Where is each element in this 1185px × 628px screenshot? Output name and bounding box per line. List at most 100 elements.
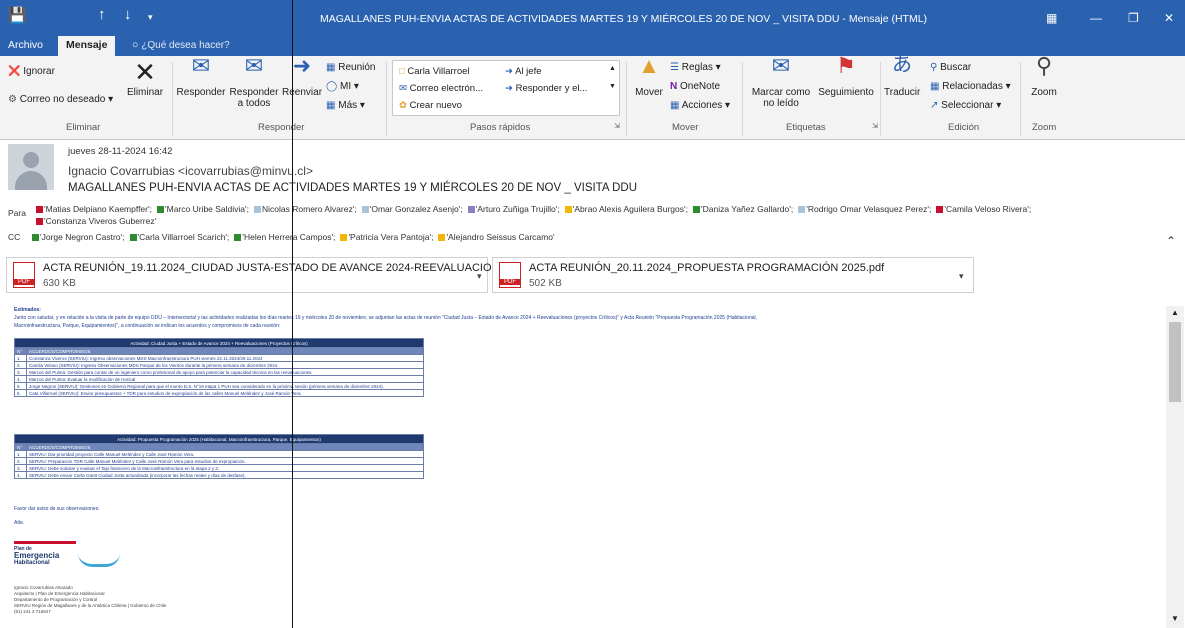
tell-me-box[interactable]: ○ ¿Qué desea hacer?	[132, 39, 230, 51]
more-respond-button[interactable]: ▦ Más ▾	[326, 100, 365, 111]
scroll-down-icon[interactable]: ▼	[609, 83, 616, 90]
dialog-launcher-icon[interactable]: ⇲	[872, 122, 878, 130]
recipient[interactable]: 'Carla Villarroel Scarich';	[129, 232, 229, 242]
attachment-1[interactable]: ACTA REUNIÓN_19.11.2024_CIUDAD JUSTA-EST…	[6, 257, 532, 293]
onenote-button[interactable]: N OneNote	[670, 81, 720, 92]
recipient[interactable]: 'Omar Gonzalez Asenjo';	[361, 204, 463, 214]
followup-button[interactable]: ⚑ Seguimiento	[816, 55, 876, 99]
search-icon: ⚲	[930, 62, 938, 73]
recipient-name: 'Daniza Yañez Gallardo';	[700, 204, 794, 214]
tab-mensaje[interactable]: Mensaje	[58, 36, 116, 56]
logo-stripe	[14, 541, 76, 544]
meeting-label: Reunión	[338, 62, 376, 73]
down-arrow-icon[interactable]: ↓	[124, 6, 132, 23]
scroll-up-icon[interactable]: ▲	[609, 65, 616, 72]
scroll-up-icon[interactable]: ▲	[1171, 308, 1179, 317]
body-paragraph: Junto con saludar, y en relación a la vi…	[14, 315, 758, 321]
recipient[interactable]: Nicolas Romero Alvarez';	[254, 204, 357, 214]
vertical-scrollbar[interactable]: ▲ ▼	[1166, 306, 1184, 628]
mark-unread-button[interactable]: ✉ Marcar como no leído	[746, 55, 816, 110]
table-title: Actividad: Ciudad Justa + Estado de Avan…	[14, 338, 424, 348]
scrollbar-thumb[interactable]	[1169, 322, 1181, 402]
chevron-down-icon[interactable]: ▾	[959, 271, 964, 282]
presence-square-icon	[36, 206, 43, 213]
reply-icon: ✉	[191, 53, 211, 78]
recipient[interactable]: 'Marco Uribe Saldivia';	[156, 204, 249, 214]
save-icon[interactable]: 💾	[8, 6, 27, 24]
related-button[interactable]: ▦ Relacionadas ▾	[930, 81, 1011, 92]
meeting-button[interactable]: ▦ Reunión	[326, 62, 376, 73]
recipient[interactable]: 'Matias Delpiano Kaempffer';	[36, 204, 152, 214]
chevron-down-icon: ▾	[725, 100, 731, 111]
recipient[interactable]: 'Daniza Yañez Gallardo';	[692, 204, 794, 214]
quick-step-crear[interactable]: ✿ Crear nuevo	[399, 100, 462, 111]
quick-step-carla[interactable]: □ Carla Villarroel	[399, 66, 470, 77]
tab-archivo[interactable]: Archivo	[8, 39, 43, 51]
row-number: 2.	[14, 457, 27, 465]
recipient[interactable]: 'Jorge Negron Castro';	[32, 232, 125, 242]
delete-button[interactable]: ✕ Eliminar	[122, 59, 168, 98]
zoom-button[interactable]: ⚲ Zoom	[1024, 55, 1064, 99]
attachment-2[interactable]: ACTA REUNIÓN_20.11.2024_PROPUESTA PROGRA…	[492, 257, 974, 293]
presence-square-icon	[467, 206, 475, 213]
actions-button[interactable]: ▦ Acciones ▾	[670, 100, 730, 111]
more-label: Más	[338, 100, 358, 111]
ignore-button[interactable]: ❌ Ignorar	[8, 66, 55, 77]
dialog-launcher-icon[interactable]: ⇲	[614, 122, 620, 130]
im-button[interactable]: ◯ MI ▾	[326, 81, 359, 92]
row-text: SERVIU: Preparación TDR Calle Manuel Mel…	[26, 457, 424, 465]
to-recipients: 'Matias Delpiano Kaempffer'; 'Marco Uribe…	[36, 204, 1036, 214]
recipient[interactable]: 'Arturo Zuñiga Trujillo';	[467, 204, 560, 214]
related-label: Relacionadas	[942, 81, 1003, 92]
quick-step-carla-label: Carla Villarroel	[407, 66, 470, 77]
recipient[interactable]: 'Patricia Vera Pantoja';	[340, 232, 433, 242]
reply-button[interactable]: ✉ Responder	[174, 53, 228, 99]
lightbulb-icon: ○	[132, 39, 139, 51]
quick-step-jefe-label: Al jefe	[515, 66, 542, 77]
chevron-down-icon[interactable]: ▾	[477, 271, 482, 282]
followup-label: Seguimiento	[818, 87, 874, 98]
recipient[interactable]: 'Helen Herrera Campos';	[234, 232, 335, 242]
restore-icon[interactable]: ❐	[1128, 11, 1139, 25]
pdf-icon	[499, 262, 521, 288]
minimize-icon[interactable]: —	[1090, 11, 1102, 25]
rules-button[interactable]: ☰ Reglas ▾	[670, 62, 721, 73]
junk-button[interactable]: ⚙ Correo no deseado ▾	[8, 94, 113, 105]
recipient[interactable]: 'Abrao Alexis Aguilera Burgos';	[564, 204, 688, 214]
quick-step-responder[interactable]: ➜ Responder y el...	[505, 83, 587, 94]
more-icon: ▦	[326, 100, 336, 111]
translate-button[interactable]: あ Traducir	[884, 55, 920, 98]
junk-label: Correo no deseado	[19, 94, 106, 105]
group-label-eliminar: Eliminar	[66, 122, 101, 133]
quick-step-correo[interactable]: ✉ Correo electrón...	[399, 83, 483, 94]
up-arrow-icon[interactable]: ↑	[98, 6, 106, 23]
mark-unread-label: Marcar como no leído	[751, 87, 811, 109]
quick-step-crear-label: Crear nuevo	[409, 100, 462, 111]
customize-toolbar-icon[interactable]: ▾	[148, 12, 153, 23]
quick-step-jefe[interactable]: ➜ Al jefe	[505, 66, 542, 77]
logo-line-2: Emergencia	[14, 551, 60, 560]
close-icon[interactable]: ✕	[1164, 11, 1174, 25]
collapse-header-icon[interactable]: ⌃	[1166, 234, 1176, 248]
onenote-label: OneNote	[680, 81, 721, 92]
find-button[interactable]: ⚲ Buscar	[930, 62, 971, 73]
reply-all-button[interactable]: ✉ Responder a todos	[228, 55, 280, 110]
select-label: Seleccionar	[941, 100, 994, 111]
recipient[interactable]: 'Alejandro Seissus Carcamo'	[438, 232, 555, 242]
recipient[interactable]: 'Constanza Viveros Guberrez'	[36, 216, 156, 226]
recipient[interactable]: 'Rodrigo Omar Velasquez Perez';	[798, 204, 931, 214]
move-button[interactable]: ▲ Mover	[630, 55, 668, 99]
signature-line: Departamento de Programación y Control	[14, 597, 98, 602]
forward-button[interactable]: ➜ Reenviar	[282, 55, 322, 99]
recipient[interactable]: 'Camila Veloso Rivera';	[936, 204, 1031, 214]
signature-line: (61) 241 2 716627	[14, 609, 51, 614]
sender[interactable]: Ignacio Covarrubias <icovarrubias@minvu.…	[68, 164, 313, 178]
ribbon-display-icon[interactable]: ▦	[1046, 11, 1057, 25]
delete-label: Eliminar	[126, 87, 164, 98]
ribbon-tabs: Archivo Mensaje ○ ¿Qué desea hacer?	[0, 36, 1185, 56]
group-label-zoom: Zoom	[1032, 122, 1057, 133]
select-button[interactable]: ↗ Seleccionar ▾	[930, 100, 1001, 111]
row-text: SERVIU: Debe solicitar y evaluar el Tajo…	[26, 464, 424, 472]
scroll-down-icon[interactable]: ▼	[1171, 614, 1179, 623]
group-label-edicion: Edición	[948, 122, 980, 133]
